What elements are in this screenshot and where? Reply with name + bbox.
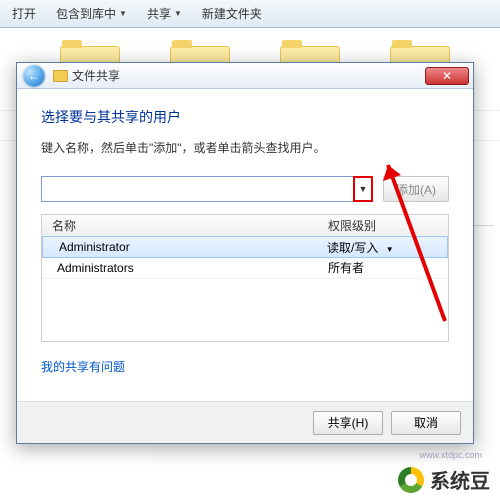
permission-label: 读取/写入 [327, 241, 378, 255]
row-permission-cell[interactable]: 读取/写入 ▼ [327, 239, 447, 256]
column-permission: 权限级别 [328, 217, 448, 234]
share-folder-icon [53, 70, 68, 82]
chevron-down-icon: ▼ [359, 184, 368, 194]
back-button[interactable]: ← [23, 65, 45, 87]
close-icon: ✕ [442, 69, 452, 83]
share-button[interactable]: 共享(H) [313, 411, 383, 435]
dialog-titlebar: ← 文件共享 ✕ [17, 63, 473, 89]
toolbar-new-folder[interactable]: 新建文件夹 [194, 2, 270, 25]
cancel-button[interactable]: 取消 [391, 411, 461, 435]
close-button[interactable]: ✕ [425, 67, 469, 85]
row-permission-cell: 所有者 [328, 259, 448, 276]
file-sharing-dialog: ← 文件共享 ✕ 选择要与其共享的用户 键入名称，然后单击"添加"，或者单击箭头… [16, 62, 474, 444]
page-subtext: 键入名称，然后单击"添加"，或者单击箭头查找用户。 [41, 139, 449, 156]
arrow-left-icon: ← [28, 69, 40, 83]
row-name-cell: Administrators [42, 261, 328, 275]
list-header: 名称 权限级别 [42, 215, 448, 237]
dialog-footer: 共享(H) 取消 [17, 401, 473, 443]
user-input-row: ▼ 添加(A) [41, 176, 449, 202]
brand-text: 系统豆 [430, 465, 490, 494]
toolbar-include-in-library[interactable]: 包含到库中▼ [48, 2, 135, 25]
user-name-label: Administrator [59, 240, 130, 254]
chevron-down-icon: ▼ [386, 245, 394, 254]
user-name-input[interactable] [42, 177, 353, 201]
permission-label: 所有者 [328, 261, 364, 275]
user-dropdown-button[interactable]: ▼ [353, 176, 373, 202]
toolbar-open[interactable]: 打开 [4, 2, 44, 25]
list-row[interactable]: Administrators 所有者 [42, 257, 448, 279]
explorer-toolbar: 打开 包含到库中▼ 共享▼ 新建文件夹 [0, 0, 500, 28]
page-heading: 选择要与其共享的用户 [41, 107, 449, 127]
toolbar-open-label: 打开 [12, 5, 36, 22]
dialog-body: 选择要与其共享的用户 键入名称，然后单击"添加"，或者单击箭头查找用户。 ▼ 添… [17, 89, 473, 375]
watermark: www.xtdpc.com [419, 450, 482, 460]
chevron-down-icon: ▼ [174, 9, 182, 18]
chevron-down-icon: ▼ [119, 9, 127, 18]
list-row[interactable]: Administrator 读取/写入 ▼ [42, 236, 448, 258]
user-list: 名称 权限级别 Administrator 读取/写入 ▼ Administra… [41, 214, 449, 342]
user-name-label: Administrators [57, 261, 134, 275]
toolbar-include-label: 包含到库中 [56, 5, 116, 22]
add-button[interactable]: 添加(A) [383, 176, 449, 202]
brand-logo-icon [398, 467, 424, 493]
breadcrumb: 文件共享 [53, 67, 120, 84]
toolbar-share[interactable]: 共享▼ [139, 2, 190, 25]
toolbar-newfolder-label: 新建文件夹 [202, 5, 262, 22]
help-link[interactable]: 我的共享有问题 [41, 358, 125, 375]
user-combobox[interactable]: ▼ [41, 176, 373, 202]
toolbar-share-label: 共享 [147, 5, 171, 22]
column-name: 名称 [42, 217, 328, 234]
dialog-title: 文件共享 [72, 67, 120, 84]
brand: 系统豆 [398, 465, 490, 494]
row-name-cell: Administrator [43, 240, 327, 254]
